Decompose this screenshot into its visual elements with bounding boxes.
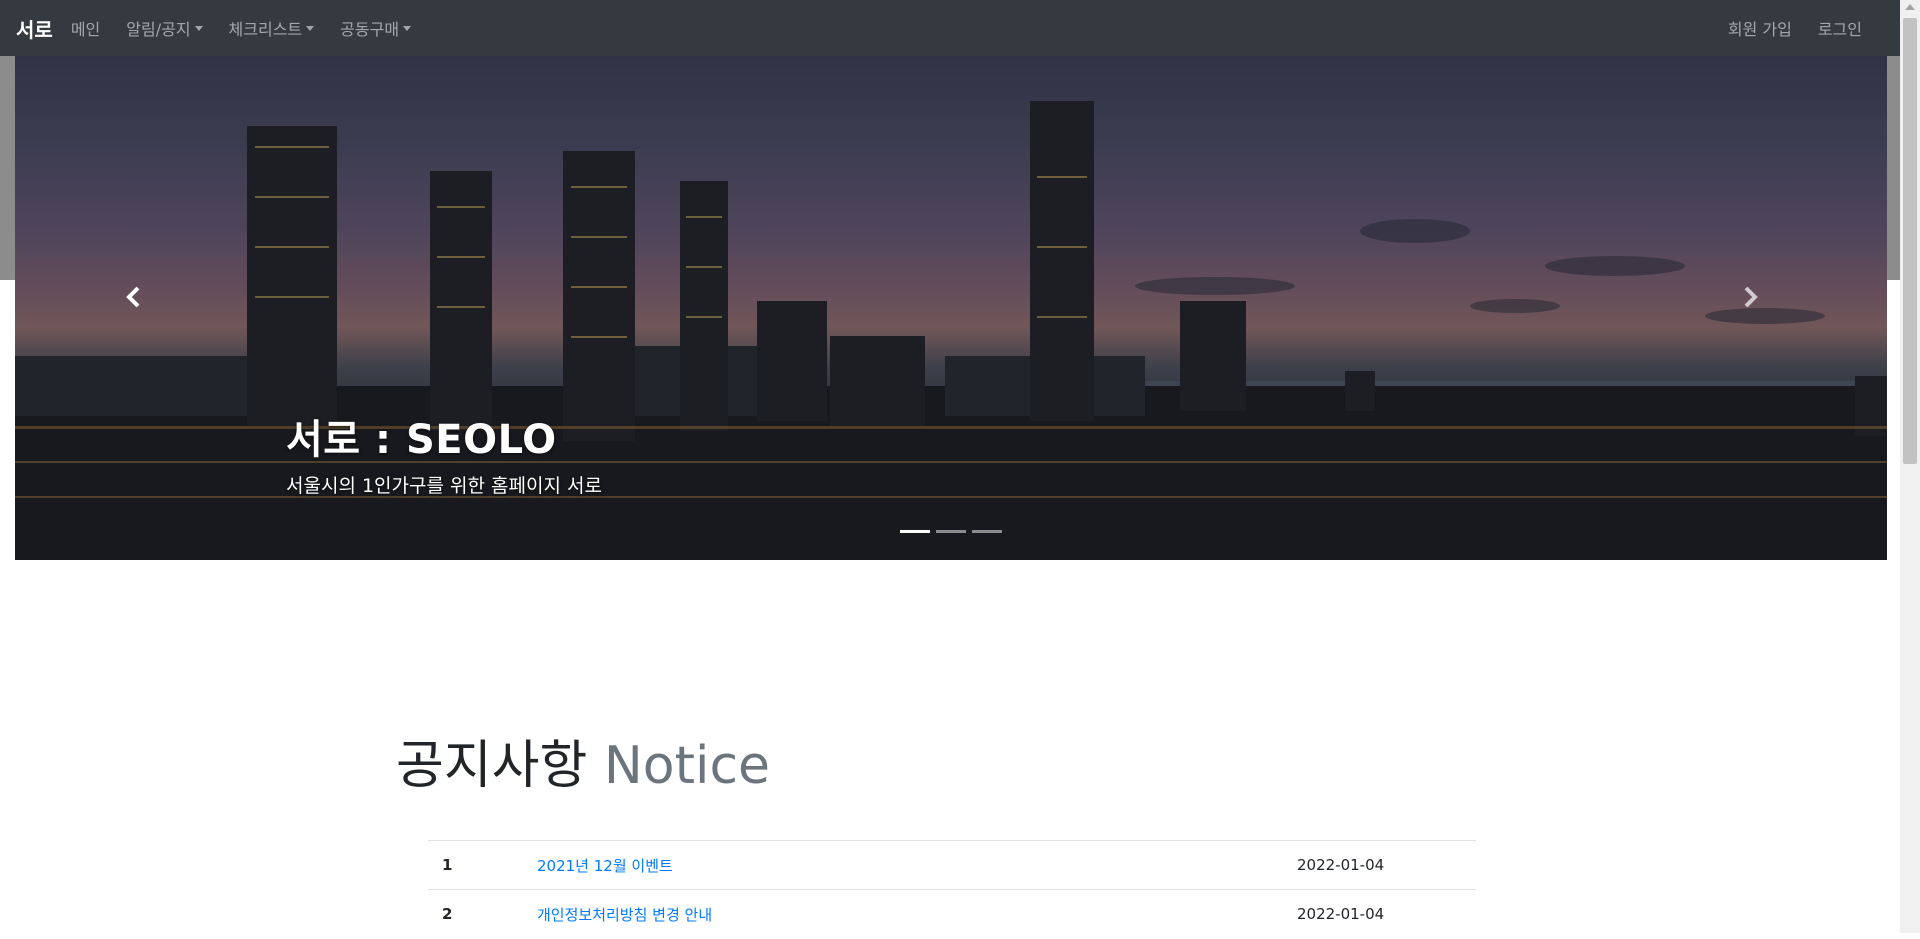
carousel-indicator[interactable]: [936, 530, 966, 533]
notice-heading-main: 공지사항: [396, 736, 588, 796]
nav-item-label: 체크리스트: [228, 20, 303, 39]
carousel-title: 서로 : SEOLO: [286, 417, 557, 463]
caret-down-icon: [403, 25, 412, 31]
nav-item-label: 메인: [70, 20, 101, 39]
carousel-subtitle: 서울시의 1인가구를 위한 홈페이지 서로: [286, 475, 602, 497]
login-link[interactable]: 로그인: [1818, 16, 1862, 40]
caret-down-icon: [194, 25, 203, 31]
notice-title-cell: 개인정보처리방침 변경 안내: [536, 889, 1296, 939]
chevron-left-icon: [126, 286, 140, 308]
brand-logo[interactable]: 서로: [16, 14, 53, 43]
nav-item-label: 알림/공지: [126, 20, 191, 39]
carousel-indicator[interactable]: [900, 530, 930, 533]
notice-date: 2022-01-04: [1296, 889, 1476, 939]
notice-title-link[interactable]: 2021년 12월 이벤트: [537, 857, 673, 875]
notice-number: 1: [428, 840, 536, 890]
top-navbar: 서로 메인 알림/공지 체크리스트 공동구매 회원 가입 로그인: [0, 0, 1900, 56]
carousel-indicators: [900, 530, 1008, 533]
notice-table: 1 2021년 12월 이벤트 2022-01-04 2 개인정보처리방침 변경…: [428, 840, 1476, 939]
page-scrollbar[interactable]: [1900, 0, 1920, 933]
notice-date: 2022-01-04: [1296, 840, 1476, 890]
notice-number: 2: [428, 889, 536, 939]
carousel-caption: 서로 : SEOLO 서울시의 1인가구를 위한 홈페이지 서로: [286, 407, 602, 498]
table-row: 2 개인정보처리방침 변경 안내 2022-01-04: [428, 889, 1476, 939]
nav-item-main[interactable]: 메인: [71, 16, 100, 40]
notice-heading-muted: Notice: [603, 736, 771, 796]
notice-title-cell: 2021년 12월 이벤트: [536, 840, 1296, 890]
scroll-up-icon[interactable]: [1905, 4, 1915, 10]
nav-item-group-buy-dropdown[interactable]: 공동구매: [340, 16, 412, 40]
notice-heading: 공지사항 Notice: [396, 723, 770, 798]
nav-item-checklist-dropdown[interactable]: 체크리스트: [229, 16, 315, 40]
nav-right-group: 회원 가입 로그인: [1702, 16, 1862, 40]
caret-down-icon: [306, 25, 315, 31]
carousel-prev-button[interactable]: [125, 286, 165, 326]
chevron-right-icon: [1744, 286, 1758, 308]
notice-title-link[interactable]: 개인정보처리방침 변경 안내: [537, 906, 712, 924]
nav-item-label: 공동구매: [340, 20, 400, 39]
carousel-next-button[interactable]: [1741, 286, 1781, 326]
scrollbar-thumb[interactable]: [1903, 18, 1917, 464]
nav-item-notice-dropdown[interactable]: 알림/공지: [126, 16, 203, 40]
hero-carousel: 서로 : SEOLO 서울시의 1인가구를 위한 홈페이지 서로: [15, 56, 1887, 560]
carousel-indicator[interactable]: [972, 530, 1002, 533]
signup-link[interactable]: 회원 가입: [1728, 16, 1792, 40]
table-row: 1 2021년 12월 이벤트 2022-01-04: [428, 840, 1476, 890]
